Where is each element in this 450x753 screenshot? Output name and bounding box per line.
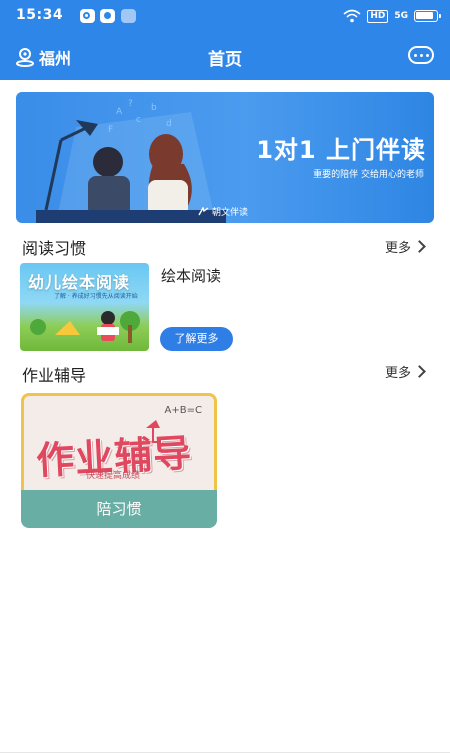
dot-icon: [425, 53, 429, 57]
status-indicators: HD 5G: [343, 8, 441, 24]
battery-icon: [414, 10, 441, 22]
notification-icon: [80, 9, 95, 23]
app-header: 福州 首页: [0, 32, 450, 80]
banner-brand: 朝文伴读: [198, 205, 248, 218]
banner-subline: 重要的陪伴 交给用心的老师: [313, 170, 424, 180]
picture-book-thumbnail[interactable]: 幼儿绘本阅读 了解 · 养成好习惯先从阅读开始: [20, 263, 149, 351]
thumbnail-title: 幼儿绘本阅读: [28, 273, 131, 292]
hd-badge: HD: [367, 9, 389, 23]
svg-text:d: d: [166, 119, 172, 129]
dot-icon: [413, 53, 417, 57]
homework-card-label[interactable]: 陪习惯: [21, 490, 217, 528]
svg-text:A: A: [116, 107, 123, 117]
app-root: 15:34 HD 5G 福州 首页 A c F b ? d 1对1 上门伴读 重…: [0, 0, 450, 753]
notification-icon: [100, 9, 115, 23]
picture-book-title: 绘本阅读: [161, 267, 222, 285]
learn-more-button[interactable]: 了解更多: [160, 327, 233, 351]
svg-text:b: b: [151, 103, 157, 113]
page-title: 首页: [208, 50, 242, 70]
reading-more-link[interactable]: 更多: [385, 237, 426, 256]
more-label: 更多: [384, 241, 411, 256]
chevron-right-icon: [413, 240, 426, 253]
signal-icon: 5G: [394, 11, 408, 21]
banner-illustration: Ac F b? d: [36, 99, 226, 223]
svg-text:F: F: [108, 125, 113, 135]
banner-headline: 1对1 上门伴读: [256, 136, 426, 164]
status-time: 15:34: [16, 7, 64, 23]
wifi-icon: [343, 9, 361, 23]
status-bar: 15:34 HD 5G: [0, 0, 450, 32]
promo-banner[interactable]: Ac F b? d 1对1 上门伴读 重要的陪伴 交给用心的老师 朝文伴读: [16, 92, 434, 223]
notification-icon: [121, 9, 136, 23]
thumbnail-caption: 了解 · 养成好习惯先从阅读开始: [54, 293, 138, 300]
brand-name: 朝文伴读: [212, 208, 249, 218]
section-title-reading: 阅读习惯: [22, 239, 87, 258]
more-label: 更多: [384, 366, 411, 381]
svg-text:?: ?: [128, 99, 133, 109]
brand-logo-icon: [198, 207, 209, 216]
card-tagline: 快速提高成绩: [86, 471, 141, 481]
svg-text:c: c: [136, 115, 141, 125]
homework-more-link[interactable]: 更多: [385, 362, 426, 381]
card-formula: A+B=C: [164, 405, 202, 416]
dot-icon: [419, 53, 423, 57]
more-options-button[interactable]: [408, 46, 434, 64]
section-title-homework: 作业辅导: [22, 366, 87, 385]
chevron-right-icon: [413, 365, 426, 378]
